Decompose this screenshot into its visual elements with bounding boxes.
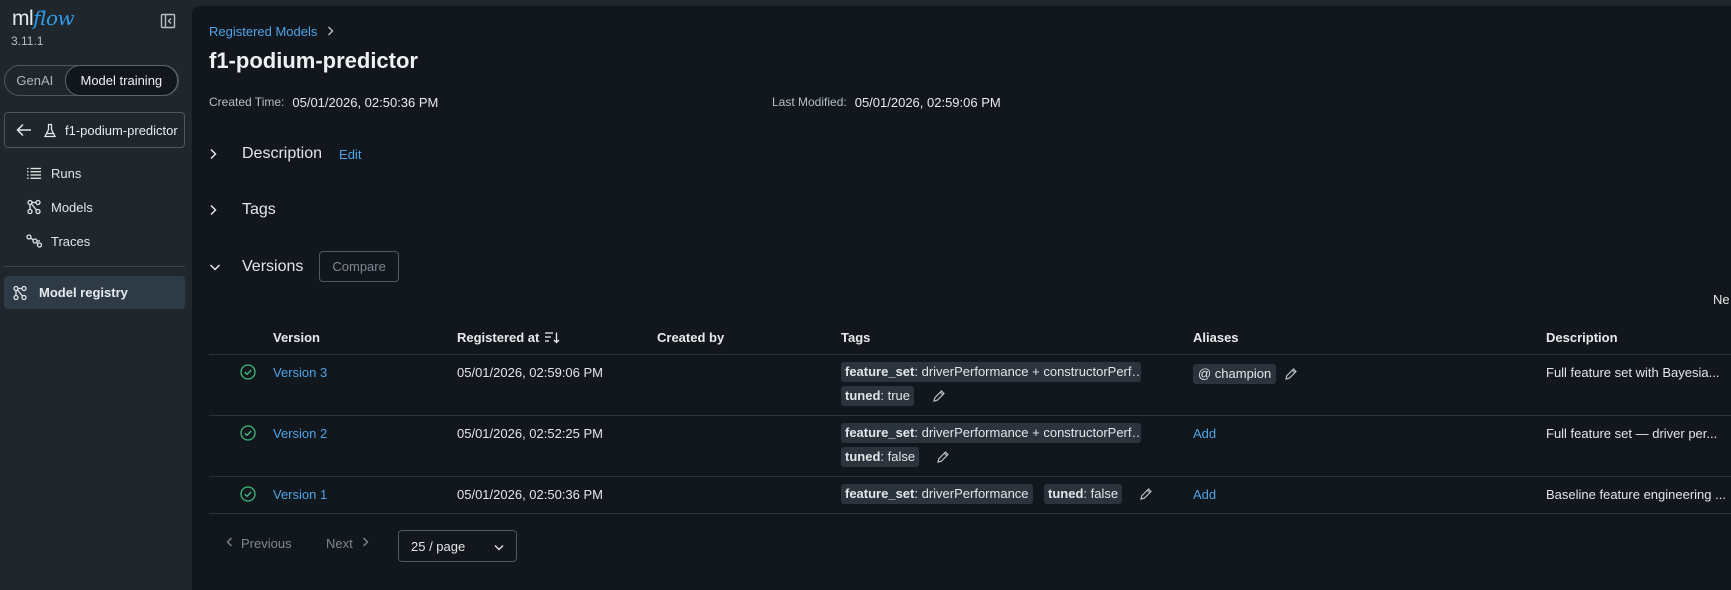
tag-chip: tuned: false <box>1044 484 1123 504</box>
main-content: Registered Models f1-podium-predictor Cr… <box>192 6 1731 590</box>
models-icon <box>26 199 46 215</box>
chevron-left-icon <box>226 537 233 550</box>
mlflow-logo[interactable]: mlflow <box>12 6 75 31</box>
versions-section: Versions Compare <box>209 251 399 282</box>
edit-tags-pencil-icon[interactable] <box>1139 487 1153 501</box>
experiment-name: f1-podium-predictor <box>65 122 178 138</box>
experiment-selector[interactable]: f1-podium-predictor <box>4 112 185 148</box>
breadcrumb-registered-models-link[interactable]: Registered Models <box>209 24 317 39</box>
table-divider <box>209 513 1731 514</box>
sidebar-item-models[interactable]: Models <box>26 199 93 215</box>
sidebar-collapse-icon[interactable] <box>160 13 176 29</box>
versions-title[interactable]: Versions <box>242 258 303 276</box>
table-divider <box>209 476 1731 477</box>
table-divider <box>209 354 1731 355</box>
status-ready-icon <box>240 364 256 380</box>
description-value: Full feature set with Bayesia... <box>1546 365 1720 380</box>
tag-chip: feature_set: driverPerformance + constru… <box>841 423 1141 443</box>
add-alias-link[interactable]: Add <box>1193 487 1216 502</box>
back-arrow-icon[interactable] <box>9 123 39 137</box>
truncated-header-action[interactable]: Ne <box>1713 292 1730 307</box>
traces-icon <box>26 233 46 249</box>
status-ready-icon <box>240 486 256 502</box>
created-time: Created Time: 05/01/2026, 02:50:36 PM <box>209 95 439 110</box>
chevron-down-icon[interactable] <box>209 263 231 271</box>
edit-aliases-pencil-icon[interactable] <box>1284 367 1298 381</box>
column-header-created-by[interactable]: Created by <box>657 330 724 345</box>
version-link[interactable]: Version 3 <box>273 365 327 380</box>
model-training-toggle-button[interactable]: Model training <box>64 65 178 96</box>
model-registry-icon <box>12 285 32 301</box>
description-section: Description Edit <box>209 145 361 163</box>
description-title[interactable]: Description <box>242 145 322 163</box>
tags-title[interactable]: Tags <box>242 201 276 219</box>
column-header-description: Description <box>1546 330 1618 345</box>
alias-badge: @ champion <box>1193 364 1277 384</box>
compare-button[interactable]: Compare <box>319 251 399 282</box>
column-header-registered-at[interactable]: Registered at <box>457 330 560 345</box>
column-header-aliases: Aliases <box>1193 330 1239 345</box>
column-header-version[interactable]: Version <box>273 330 320 345</box>
next-page-button[interactable]: Next <box>326 536 369 551</box>
breadcrumb: Registered Models <box>209 24 334 39</box>
sidebar-item-runs[interactable]: Runs <box>26 165 81 181</box>
version-link[interactable]: Version 2 <box>273 426 327 441</box>
previous-page-button[interactable]: Previous <box>226 536 292 551</box>
tag-chip: feature_set: driverPerformance <box>841 484 1033 504</box>
edit-tags-pencil-icon[interactable] <box>932 389 946 403</box>
genai-toggle-button[interactable]: GenAI <box>5 66 65 95</box>
flask-icon <box>39 123 61 138</box>
list-icon <box>26 165 46 181</box>
sort-descending-icon[interactable] <box>544 331 560 344</box>
registered-at-value: 05/01/2026, 02:52:25 PM <box>457 426 604 441</box>
version-link[interactable]: Version 1 <box>273 487 327 502</box>
column-header-tags: Tags <box>841 330 871 345</box>
table-divider <box>209 415 1731 416</box>
chevron-down-icon <box>494 539 504 554</box>
sidebar-item-model-registry[interactable]: Model registry <box>4 276 185 309</box>
app-version: 3.11.1 <box>11 34 44 48</box>
registered-at-value: 05/01/2026, 02:59:06 PM <box>457 365 604 380</box>
sidebar-divider <box>4 266 185 267</box>
tag-chip: tuned: false <box>841 447 920 467</box>
tag-chip: tuned: true <box>841 386 915 406</box>
add-alias-link[interactable]: Add <box>1193 426 1216 441</box>
last-modified: Last Modified: 05/01/2026, 02:59:06 PM <box>772 95 1001 110</box>
chevron-right-icon[interactable] <box>209 148 231 160</box>
page-title: f1-podium-predictor <box>209 48 418 73</box>
chevron-right-icon <box>327 25 334 39</box>
sidebar: mlflow 3.11.1 GenAI Model training f1-po… <box>0 0 190 590</box>
registered-at-value: 05/01/2026, 02:50:36 PM <box>457 487 604 502</box>
status-ready-icon <box>240 425 256 441</box>
chevron-right-icon[interactable] <box>209 204 231 216</box>
edit-description-link[interactable]: Edit <box>339 147 361 162</box>
chevron-right-icon <box>362 537 369 550</box>
page-size-select[interactable]: 25 / page <box>398 530 517 562</box>
tag-chip: feature_set: driverPerformance + constru… <box>841 362 1141 382</box>
tags-section: Tags <box>209 201 276 219</box>
description-value: Full feature set — driver per... <box>1546 426 1718 441</box>
description-value: Baseline feature engineering ... <box>1546 487 1726 502</box>
sidebar-item-traces[interactable]: Traces <box>26 233 90 249</box>
workflow-toggle: GenAI Model training <box>4 65 179 96</box>
edit-tags-pencil-icon[interactable] <box>936 450 950 464</box>
